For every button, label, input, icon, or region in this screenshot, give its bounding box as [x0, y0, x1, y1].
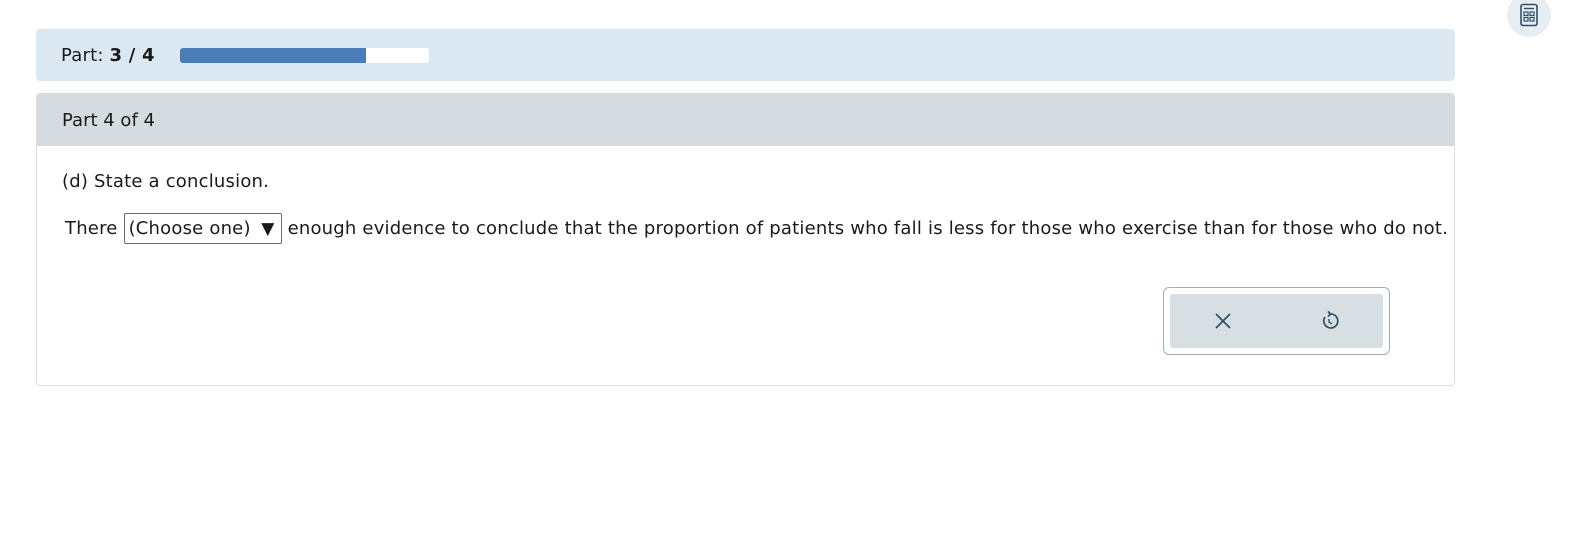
progress-header: Part: 3 / 4	[36, 29, 1455, 81]
progress-fill	[179, 47, 367, 63]
part-progress-value: 3 / 4	[109, 44, 155, 66]
undo-icon	[1322, 310, 1339, 329]
clear-button[interactable]	[1201, 299, 1245, 343]
close-icon	[1215, 313, 1231, 329]
calculator-icon	[1520, 3, 1538, 27]
undo-button[interactable]	[1308, 299, 1352, 343]
sentence-end: enough evidence to conclude that the pro…	[287, 218, 1449, 239]
dropdown-value: (Choose one)	[128, 218, 251, 239]
conclusion-dropdown[interactable]: (Choose one) ▼	[123, 213, 282, 244]
progress-track	[179, 47, 429, 63]
chevron-down-icon: ▼	[261, 218, 275, 239]
part-header: Part 4 of 4	[37, 94, 1454, 146]
question-prompt: (d) State a conclusion.	[62, 171, 270, 192]
answer-sentence: There (Choose one) ▼ enough evidence to …	[65, 213, 1448, 244]
sentence-start: There	[65, 218, 118, 239]
part-progress-label: Part: 3 / 4	[61, 44, 155, 66]
part-card: Part 4 of 4 (d) State a conclusion. Ther…	[36, 93, 1455, 386]
answer-actions	[1163, 287, 1390, 355]
calculator-button[interactable]	[1507, 0, 1551, 37]
